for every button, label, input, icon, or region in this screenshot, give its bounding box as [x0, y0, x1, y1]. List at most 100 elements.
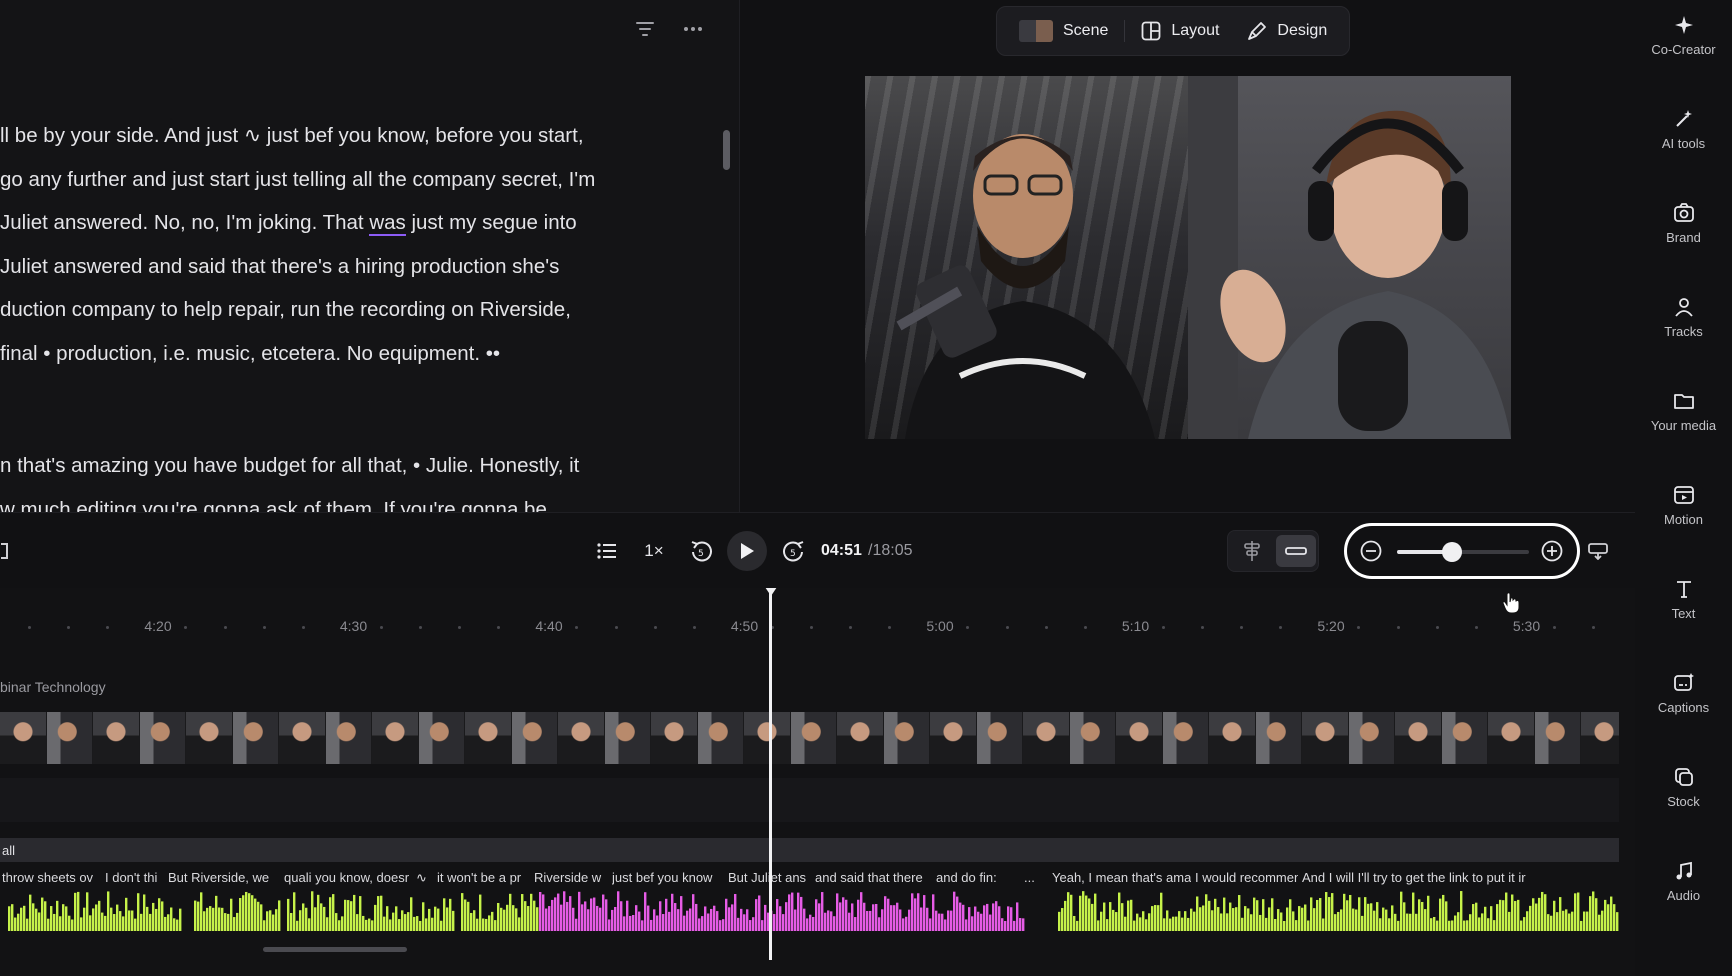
waveform-bar — [626, 900, 629, 931]
sidebar-item-tracks[interactable]: Tracks — [1635, 296, 1732, 376]
play-button[interactable] — [727, 531, 767, 571]
stacked-view-button[interactable] — [1232, 535, 1272, 567]
caption-segment[interactable]: I would recommen — [1195, 870, 1298, 885]
transcript-line[interactable]: duction company to help repair, run the … — [0, 288, 660, 332]
waveform-bar — [1151, 906, 1154, 931]
waveform-bar — [965, 919, 968, 931]
transcript-line[interactable]: final • production, i.e. music, etcetera… — [0, 332, 660, 376]
waveform-bar — [761, 920, 764, 931]
timeline-horizontal-scrollbar[interactable] — [263, 947, 407, 952]
waveform-bar — [698, 918, 701, 931]
sidebar-item-captions[interactable]: Captions — [1635, 672, 1732, 752]
waveform-bar — [1157, 905, 1160, 931]
transcript-line[interactable]: go any further and just start just telli… — [0, 158, 660, 202]
caption-segment[interactable]: Yeah, I mean that's amazing yo — [1052, 870, 1191, 885]
waveform-bar — [854, 917, 857, 931]
waveform-bar — [257, 901, 260, 931]
compact-view-button[interactable] — [1276, 535, 1316, 567]
transcript-line[interactable]: n that's amazing you have budget for all… — [0, 444, 660, 488]
caption-segment[interactable]: and do fin: — [936, 870, 1004, 885]
caption-segment[interactable]: I don't thi — [105, 870, 165, 885]
sidebar-item-your-media[interactable]: Your media — [1635, 390, 1732, 470]
sidebar-item-brand[interactable]: Brand — [1635, 202, 1732, 282]
waveform-bar — [1232, 908, 1235, 931]
video-preview[interactable] — [865, 76, 1511, 439]
sidebar-item-co-creator[interactable]: Co-Creator — [1635, 14, 1732, 94]
caption-segment[interactable]: But Riverside, we — [168, 870, 280, 885]
transcript-line[interactable]: w much editing you're gonna ask of them.… — [0, 488, 660, 513]
caption-segment[interactable]: Riverside w — [534, 870, 609, 885]
zoom-slider[interactable] — [1397, 542, 1529, 562]
caption-segment[interactable]: And I will I'll try to get the link to p… — [1302, 870, 1619, 885]
waveform-bar — [215, 895, 218, 931]
layout-icon — [1141, 21, 1161, 41]
waveform-bar — [776, 899, 779, 931]
waveform-bar — [518, 917, 521, 931]
caption-segment[interactable]: it won't be a pr — [437, 870, 531, 885]
waveform-bar — [722, 919, 725, 931]
empty-track[interactable] — [0, 778, 1619, 822]
waveform-bar — [1208, 900, 1211, 931]
notes-icon[interactable] — [0, 533, 10, 569]
layout-button[interactable]: Layout — [1129, 13, 1231, 49]
waveform-bar — [1496, 904, 1499, 931]
waveform-bar — [1442, 894, 1445, 931]
waveform-bar — [155, 908, 158, 931]
sidebar-item-text[interactable]: Text — [1635, 578, 1732, 658]
caption-segments[interactable]: throw sheets ov I don't thi But Riverside,… — [0, 868, 1619, 888]
waveform-bar — [590, 898, 593, 931]
filter-icon[interactable] — [634, 18, 656, 40]
magic-wand-icon — [1675, 110, 1692, 127]
transcript-text[interactable]: ll be by your side. And just ∿ just bef … — [0, 114, 660, 512]
caption-segment[interactable]: ... — [1024, 870, 1048, 885]
fit-to-screen-icon[interactable] — [1586, 533, 1610, 569]
sidebar-item-motion[interactable]: Motion — [1635, 484, 1732, 564]
waveform-bar — [461, 893, 464, 931]
waveform-bar — [1328, 897, 1331, 931]
zoom-in-icon[interactable] — [1540, 539, 1564, 563]
sidebar-item-audio[interactable]: Audio — [1635, 860, 1732, 940]
waveform-bar — [656, 915, 659, 931]
ruler-minor-tick — [67, 626, 71, 629]
sidebar-item-ai-tools[interactable]: AI tools — [1635, 108, 1732, 188]
zoom-out-icon[interactable] — [1359, 539, 1383, 563]
more-icon[interactable] — [682, 18, 704, 40]
skip-forward-5-button[interactable]: 5 — [779, 533, 809, 569]
zoom-slider-handle[interactable] — [1442, 542, 1463, 562]
waveform-bar — [824, 912, 827, 931]
design-button[interactable]: Design — [1235, 13, 1339, 49]
transcript-scrollbar[interactable] — [723, 130, 730, 170]
caption-segment[interactable]: and said that there — [815, 870, 932, 885]
waveform-bar — [902, 918, 905, 931]
waveform-bar — [746, 909, 749, 931]
waveform-bar — [326, 917, 329, 931]
film-frame — [325, 712, 372, 764]
caption-segment[interactable]: just bef you know — [612, 870, 725, 885]
highlighted-word[interactable]: was — [369, 211, 406, 236]
audio-waveform[interactable] — [0, 891, 1619, 931]
waveform-bar — [278, 900, 281, 931]
playhead-handle[interactable] — [763, 588, 779, 596]
timeline-panel[interactable]: 4:20 4:30 4:40 4:50 5:00 5:10 5:20 5:30 binar T… — [0, 588, 1635, 976]
waveform-bar — [1205, 894, 1208, 931]
playhead[interactable] — [769, 588, 772, 960]
scene-button[interactable]: Scene — [1007, 13, 1120, 49]
caption-segment[interactable]: throw sheets ov — [2, 870, 103, 885]
caption-segment[interactable]: quali you know, doesr — [284, 870, 412, 885]
video-track-filmstrip[interactable] — [0, 712, 1619, 764]
chapters-list-icon[interactable] — [594, 533, 620, 569]
transcript-line[interactable]: Juliet answered and said that there's a … — [0, 245, 660, 289]
skip-back-5-button[interactable]: 5 — [686, 533, 716, 569]
sidebar-item-label: Audio — [1666, 888, 1701, 903]
caption-segment[interactable]: ∿ — [416, 870, 434, 886]
waveform-bar — [275, 909, 278, 931]
waveform-bar — [839, 902, 842, 931]
sidebar-item-stock[interactable]: Stock — [1635, 766, 1732, 846]
waveform-bar — [530, 893, 533, 931]
waveform-bar — [611, 909, 614, 931]
transcript-line[interactable]: ll be by your side. And just ∿ just bef … — [0, 114, 660, 158]
playback-speed-button[interactable]: 1× — [641, 533, 667, 569]
person-left — [896, 134, 1155, 439]
transcript-line[interactable]: Juliet answered. No, no, I'm joking. Tha… — [0, 201, 660, 245]
time-ruler[interactable]: 4:20 4:30 4:40 4:50 5:00 5:10 5:20 5:30 — [0, 618, 1635, 640]
